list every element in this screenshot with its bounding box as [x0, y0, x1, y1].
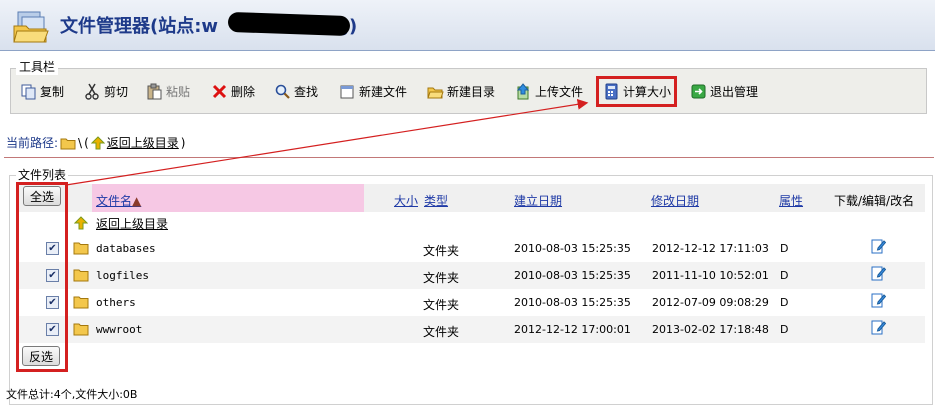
- file-summary: 文件总计:4个,文件大小:0B: [6, 388, 138, 401]
- annotation-arrow: [65, 98, 589, 186]
